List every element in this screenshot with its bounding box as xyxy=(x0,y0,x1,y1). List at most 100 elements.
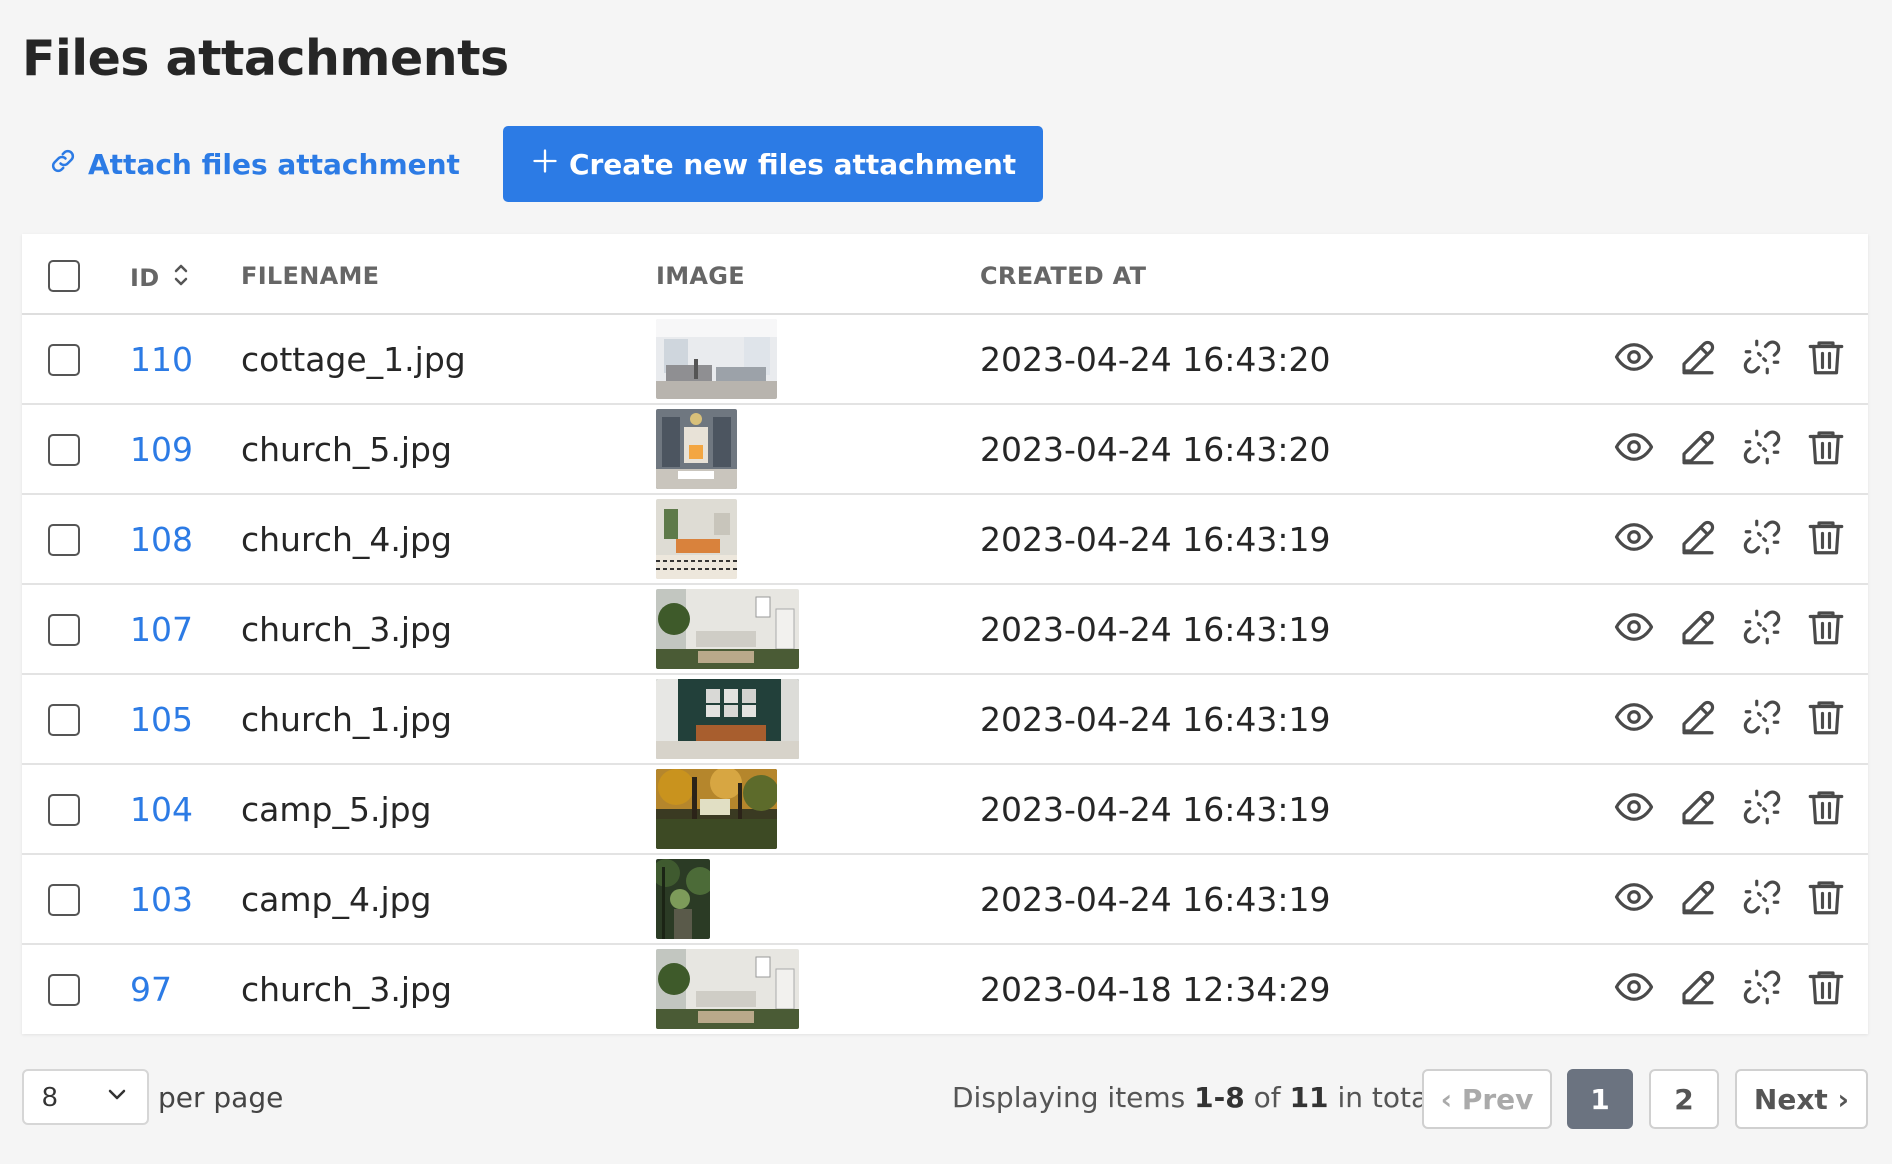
eye-icon[interactable] xyxy=(1612,605,1656,649)
row-actions xyxy=(1612,425,1848,469)
row-thumbnail[interactable] xyxy=(656,769,777,849)
row-thumbnail[interactable] xyxy=(656,499,737,579)
row-thumbnail[interactable] xyxy=(656,679,799,759)
pencil-icon[interactable] xyxy=(1676,785,1720,829)
unlink-icon[interactable] xyxy=(1740,605,1784,649)
row-id-link[interactable]: 97 xyxy=(130,970,172,1009)
toolbar: Attach files attachment Create new files… xyxy=(22,126,1044,202)
table-row: 110 cottage_1.jpg 2023-04-24 16:43:20 xyxy=(22,315,1868,405)
column-header-id[interactable]: ID xyxy=(130,262,189,294)
row-id-link[interactable]: 103 xyxy=(130,880,193,919)
prev-page-button[interactable]: ‹ Prev xyxy=(1422,1069,1552,1129)
row-thumbnail[interactable] xyxy=(656,859,710,939)
row-checkbox[interactable] xyxy=(48,614,80,646)
create-new-files-attachment-label: Create new files attachment xyxy=(568,147,1017,181)
row-thumbnail[interactable] xyxy=(656,589,799,669)
eye-icon[interactable] xyxy=(1612,335,1656,379)
page-title: Files attachments xyxy=(22,30,509,87)
row-filename: church_3.jpg xyxy=(241,610,452,649)
eye-icon[interactable] xyxy=(1612,965,1656,1009)
create-new-files-attachment-button[interactable]: Create new files attachment xyxy=(502,126,1044,202)
column-header-filename: FILENAME xyxy=(241,262,380,290)
row-filename: cottage_1.jpg xyxy=(241,340,466,379)
summary-total: 11 xyxy=(1289,1081,1329,1114)
next-page-button[interactable]: Next › xyxy=(1735,1069,1868,1129)
eye-icon[interactable] xyxy=(1612,425,1656,469)
row-created-at: 2023-04-24 16:43:20 xyxy=(980,340,1331,379)
row-created-at: 2023-04-18 12:34:29 xyxy=(980,970,1331,1009)
row-created-at: 2023-04-24 16:43:19 xyxy=(980,790,1331,829)
row-id-link[interactable]: 107 xyxy=(130,610,193,649)
pencil-icon[interactable] xyxy=(1676,965,1720,1009)
row-checkbox[interactable] xyxy=(48,704,80,736)
trash-icon[interactable] xyxy=(1804,875,1848,919)
eye-icon[interactable] xyxy=(1612,695,1656,739)
row-filename: camp_4.jpg xyxy=(241,880,432,919)
unlink-icon[interactable] xyxy=(1740,515,1784,559)
eye-icon[interactable] xyxy=(1612,515,1656,559)
column-header-id-label: ID xyxy=(130,264,160,292)
row-thumbnail[interactable] xyxy=(656,949,799,1029)
trash-icon[interactable] xyxy=(1804,965,1848,1009)
pencil-icon[interactable] xyxy=(1676,425,1720,469)
pencil-icon[interactable] xyxy=(1676,695,1720,739)
per-page-value: 8 xyxy=(42,1081,58,1112)
row-id-link[interactable]: 104 xyxy=(130,790,193,829)
row-filename: camp_5.jpg xyxy=(241,790,432,829)
attach-files-attachment-label: Attach files attachment xyxy=(88,147,460,181)
eye-icon[interactable] xyxy=(1612,785,1656,829)
row-filename: church_4.jpg xyxy=(241,520,452,559)
page-1-button[interactable]: 1 xyxy=(1567,1069,1633,1129)
table-row: 97 church_3.jpg 2023-04-18 12:34:29 xyxy=(22,945,1868,1035)
page-2-button[interactable]: 2 xyxy=(1649,1069,1719,1129)
unlink-icon[interactable] xyxy=(1740,425,1784,469)
pencil-icon[interactable] xyxy=(1676,335,1720,379)
row-created-at: 2023-04-24 16:43:19 xyxy=(980,520,1331,559)
trash-icon[interactable] xyxy=(1804,335,1848,379)
row-id-link[interactable]: 109 xyxy=(130,430,193,469)
trash-icon[interactable] xyxy=(1804,605,1848,649)
column-header-image: IMAGE xyxy=(656,262,745,290)
trash-icon[interactable] xyxy=(1804,425,1848,469)
unlink-icon[interactable] xyxy=(1740,785,1784,829)
row-actions xyxy=(1612,875,1848,919)
summary-prefix: Displaying items xyxy=(952,1081,1186,1114)
attach-files-attachment-button[interactable]: Attach files attachment xyxy=(22,126,485,202)
pencil-icon[interactable] xyxy=(1676,515,1720,559)
table-row: 109 church_5.jpg 2023-04-24 16:43:20 xyxy=(22,405,1868,495)
unlink-icon[interactable] xyxy=(1740,695,1784,739)
trash-icon[interactable] xyxy=(1804,515,1848,559)
table-row: 105 church_1.jpg 2023-04-24 16:43:19 xyxy=(22,675,1868,765)
link-icon xyxy=(48,146,78,183)
row-thumbnail[interactable] xyxy=(656,319,777,399)
pencil-icon[interactable] xyxy=(1676,605,1720,649)
trash-icon[interactable] xyxy=(1804,695,1848,739)
row-id-link[interactable]: 108 xyxy=(130,520,193,559)
unlink-icon[interactable] xyxy=(1740,335,1784,379)
row-filename: church_5.jpg xyxy=(241,430,452,469)
unlink-icon[interactable] xyxy=(1740,965,1784,1009)
row-checkbox[interactable] xyxy=(48,884,80,916)
row-checkbox[interactable] xyxy=(48,524,80,556)
row-filename: church_3.jpg xyxy=(241,970,452,1009)
row-actions xyxy=(1612,335,1848,379)
row-thumbnail[interactable] xyxy=(656,409,737,489)
trash-icon[interactable] xyxy=(1804,785,1848,829)
eye-icon[interactable] xyxy=(1612,875,1656,919)
row-checkbox[interactable] xyxy=(48,794,80,826)
unlink-icon[interactable] xyxy=(1740,875,1784,919)
summary-range: 1-8 xyxy=(1194,1081,1245,1114)
row-checkbox[interactable] xyxy=(48,434,80,466)
table-body: 110 cottage_1.jpg 2023-04-24 16:43:20 10… xyxy=(22,315,1868,1035)
row-id-link[interactable]: 110 xyxy=(130,340,193,379)
row-actions xyxy=(1612,605,1848,649)
row-checkbox[interactable] xyxy=(48,974,80,1006)
table-row: 103 camp_4.jpg 2023-04-24 16:43:19 xyxy=(22,855,1868,945)
per-page-select[interactable]: 8 xyxy=(22,1069,149,1125)
row-id-link[interactable]: 105 xyxy=(130,700,193,739)
select-all-checkbox[interactable] xyxy=(48,260,80,292)
row-checkbox[interactable] xyxy=(48,344,80,376)
attachments-table: ID FILENAME IMAGE CREATED AT 110 cottage… xyxy=(22,234,1868,1034)
per-page-label: per page xyxy=(158,1081,284,1114)
pencil-icon[interactable] xyxy=(1676,875,1720,919)
